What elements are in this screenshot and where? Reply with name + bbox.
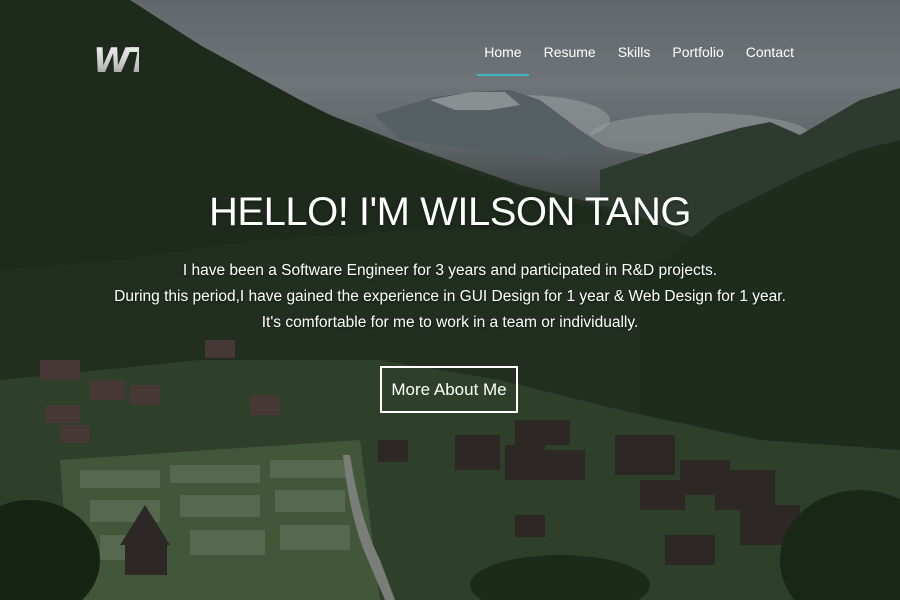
hero-intro: I have been a Software Engineer for 3 ye… (0, 258, 900, 336)
hero-title: HELLO! I'M WILSON TANG (209, 190, 691, 234)
intro-line-1: I have been a Software Engineer for 3 ye… (182, 262, 718, 279)
intro-line-3: It's comfortable for me to work in a tea… (261, 314, 639, 331)
more-about-me-button[interactable]: More About Me (380, 366, 518, 413)
main-nav: Home Resume Skills Portfolio Contact (473, 42, 805, 76)
nav-portfolio[interactable]: Portfolio (661, 42, 734, 76)
nav-skills[interactable]: Skills (607, 42, 662, 76)
wt-logo[interactable]: WT (93, 40, 151, 82)
nav-contact[interactable]: Contact (735, 42, 805, 76)
intro-line-2: During this period,I have gained the exp… (114, 288, 786, 305)
nav-home[interactable]: Home (473, 42, 532, 76)
nav-resume[interactable]: Resume (533, 42, 607, 76)
